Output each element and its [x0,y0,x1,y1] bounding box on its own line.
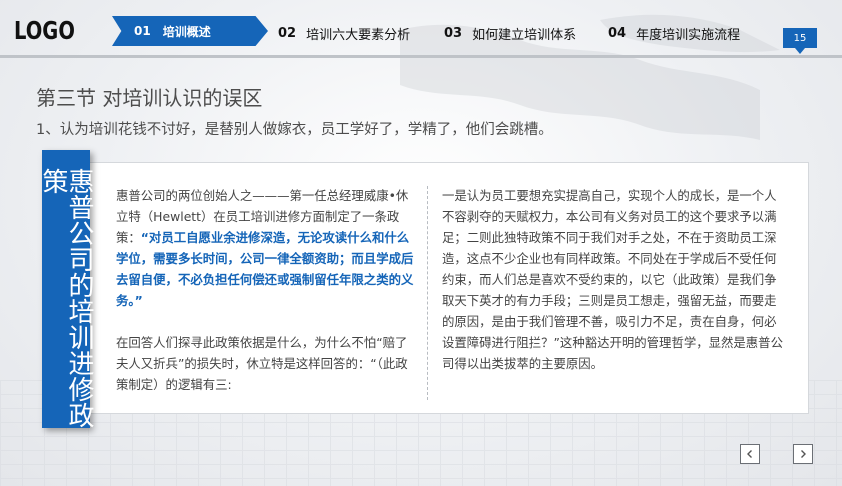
side-title-text: 惠普公司的培训进修政策 [38,168,94,428]
slide-header: LOGO 01 培训概述 02 培训六大要素分析 03 如何建立培训体系 04 … [0,0,842,58]
nav-tab-1-active[interactable]: 01 培训概述 [112,16,268,46]
header-divider [0,55,842,58]
nav-tab-label: 如何建立培训体系 [472,28,577,43]
page-number-badge: 15 [783,28,817,54]
left-paragraph-1: 惠普公司的两位创始人之———第一任总经理威康•休立特（Hewlett）在员工培训… [116,185,416,311]
prev-slide-button[interactable] [740,444,760,464]
left-paragraph-2: 在回答人们探寻此政策依据是什么，为什么不怕“赔了夫人又折兵”的损失时，休立特是这… [116,335,408,392]
nav-tab-label: 年度培训实施流程 [636,28,741,43]
section-subtitle: 1、认为培训花钱不讨好，是替别人做嫁衣，员工学好了，学精了，他们会跳槽。 [36,122,553,138]
nav-tab-label: 培训六大要素分析 [306,28,411,43]
column-divider [427,186,428,400]
right-paragraph: 一是认为员工要想充实提高自己，实现个人的成长，是一个人不容剥夺的天赋权力，本公司… [442,188,783,371]
logo: LOGO [14,16,75,45]
chevron-right-icon [801,450,806,458]
chevron-left-icon [747,450,752,458]
side-title-tab: 惠普公司的培训进修政策 [38,150,94,428]
nav-tab-number: 04 [608,26,627,41]
nav-tab-3[interactable]: 03 如何建立培训体系 [444,24,576,43]
nav-tab-number: 03 [444,26,463,41]
right-text-column: 一是认为员工要想充实提高自己，实现个人的成长，是一个人不容剥夺的天赋权力，本公司… [442,185,787,374]
left-text-column: 惠普公司的两位创始人之———第一任总经理威康•休立特（Hewlett）在员工培训… [116,185,416,395]
policy-quote-highlight: “对员工自愿业余进修深造，无论攻读什么和什么学位，需要多长时间，公司一律全额资助… [116,230,414,308]
nav-tab-2[interactable]: 02 培训六大要素分析 [278,24,410,43]
nav-tab-number: 01 [134,24,151,38]
nav-tab-label: 培训概述 [162,24,211,39]
nav-tab-number: 02 [278,26,297,41]
section-title: 第三节 对培训认识的误区 [36,86,263,110]
next-slide-button[interactable] [793,444,813,464]
nav-tab-4[interactable]: 04 年度培训实施流程 [608,24,740,43]
